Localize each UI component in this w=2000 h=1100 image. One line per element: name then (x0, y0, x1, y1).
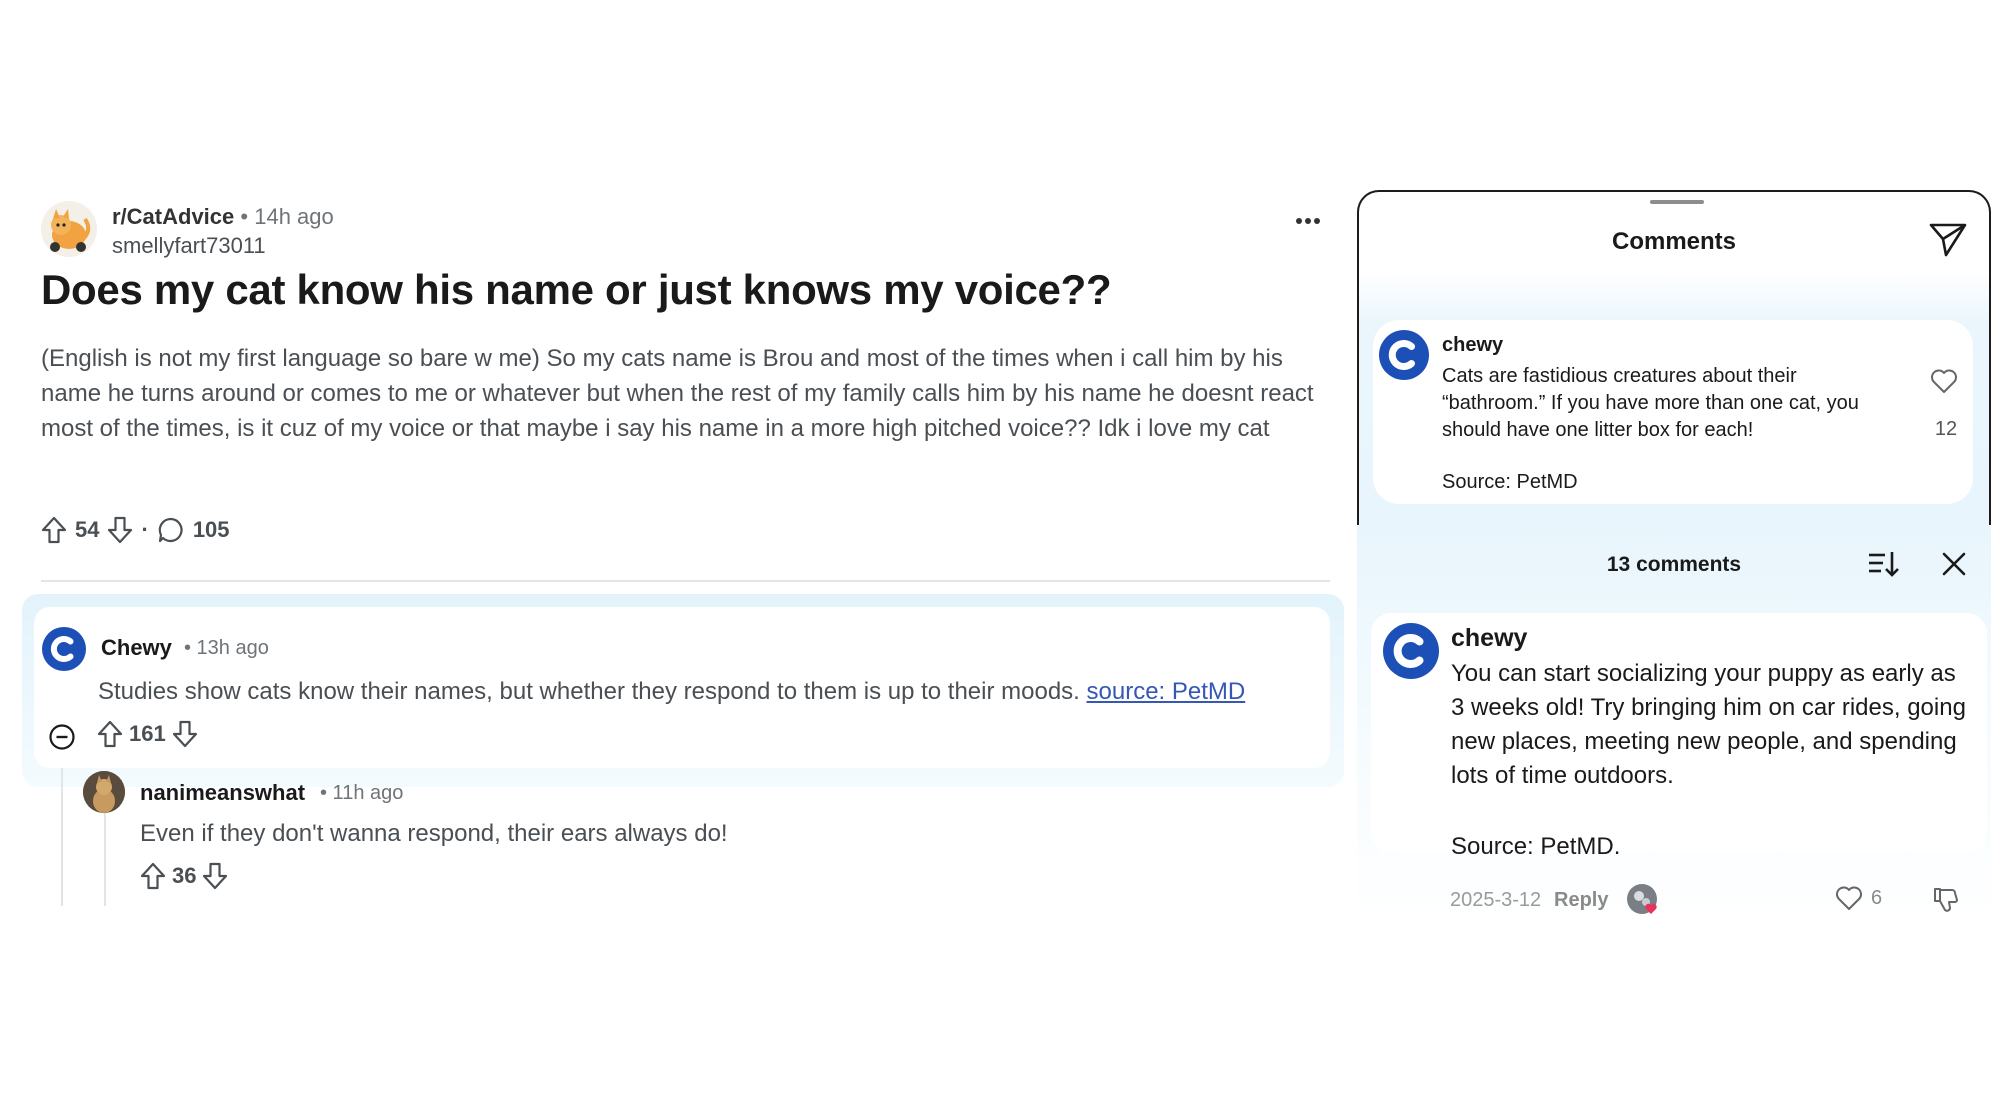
heart-icon[interactable] (1930, 368, 1958, 394)
reply-score: 36 (172, 863, 197, 888)
sort-icon[interactable] (1867, 549, 1899, 579)
comment-date: 2025-3-12 (1450, 889, 1542, 911)
post-time: 14h ago (254, 204, 334, 229)
chewy-logo-icon[interactable] (1379, 330, 1429, 380)
creator-heart-avatar (1627, 884, 1657, 914)
post-score: 54 (75, 517, 100, 542)
upvote-icon[interactable] (97, 720, 123, 748)
source-link[interactable]: source: PetMD (1087, 678, 1246, 705)
actions-separator: · (141, 517, 149, 542)
comment-text: You can start socializing your puppy as … (1451, 660, 1966, 789)
comment-body: Studies show cats know their names, but … (98, 678, 1080, 705)
collapse-thread-icon[interactable] (48, 723, 76, 751)
divider (41, 580, 1330, 582)
comment-text: Cats are fastidious creatures about thei… (1442, 365, 1859, 441)
reply-author[interactable]: nanimeanswhat (140, 780, 305, 806)
like-button[interactable]: 6 (1835, 885, 1882, 911)
chewy-logo-icon[interactable] (1383, 623, 1439, 679)
drag-handle[interactable] (1650, 200, 1704, 204)
comment-time: • 13h ago (184, 637, 269, 659)
reply-time: • 11h ago (320, 782, 404, 804)
reply-text: Even if they don't wanna respond, their … (140, 820, 728, 847)
comment-score: 161 (129, 721, 166, 746)
reply-button[interactable]: Reply (1554, 889, 1608, 912)
reply-avatar[interactable] (83, 771, 125, 813)
comment-text: Studies show cats know their names, but … (98, 678, 1245, 706)
comments-panel: Comments chewy Cats are fastidious creat… (1357, 190, 1991, 920)
post-header: r/CatAdvice • 14h ago smellyfart73011 (41, 201, 1321, 261)
downvote-icon[interactable] (172, 720, 198, 748)
post-author[interactable]: smellyfart73011 (112, 233, 266, 259)
panel-title: Comments (1611, 228, 1737, 255)
meta-separator: • (240, 204, 249, 229)
like-count: 6 (1871, 886, 1883, 909)
comments-sheet: Comments chewy Cats are fastidious creat… (1357, 190, 1991, 525)
chewy-avatar[interactable] (42, 627, 86, 671)
subreddit-name[interactable]: r/CatAdvice (112, 204, 234, 229)
upvote-icon[interactable] (140, 862, 166, 890)
comments-list: 13 comments chewy You can start socializ… (1357, 525, 1991, 920)
comment-count[interactable]: 105 (193, 517, 230, 543)
downvote-icon[interactable] (107, 516, 133, 544)
featured-comment-card: chewy Cats are fastidious creatures abou… (1373, 320, 1973, 504)
dislike-icon[interactable] (1932, 885, 1962, 913)
thread-line[interactable] (104, 810, 106, 906)
reply-actions: 36 (140, 862, 228, 890)
comment-author[interactable]: Chewy (101, 635, 172, 661)
upvote-icon[interactable] (41, 516, 67, 544)
comment-bubble-icon[interactable] (157, 516, 185, 544)
comment-card: chewy You can start socializing your pup… (1371, 613, 1987, 860)
post-body: (English is not my first language so bar… (41, 345, 1314, 442)
comment-card: Chewy • 13h ago Studies show cats know t… (34, 607, 1330, 768)
comment-source: Source: PetMD. (1451, 833, 1621, 860)
downvote-icon[interactable] (202, 862, 228, 890)
post-actions: 54 · 105 (41, 512, 230, 548)
like-count: 12 (1934, 418, 1958, 440)
subreddit-avatar[interactable] (41, 201, 97, 257)
comment-actions: 161 (97, 720, 198, 748)
close-icon[interactable] (1941, 551, 1967, 577)
post-title: Does my cat know his name or just knows … (41, 266, 1112, 313)
comment-author[interactable]: chewy (1451, 624, 1527, 653)
thread-line[interactable] (61, 768, 63, 906)
comment-author[interactable]: chewy (1442, 334, 1503, 357)
comment-source: Source: PetMD (1442, 471, 1578, 493)
send-icon[interactable] (1929, 222, 1967, 258)
more-options-icon[interactable] (1295, 217, 1321, 225)
